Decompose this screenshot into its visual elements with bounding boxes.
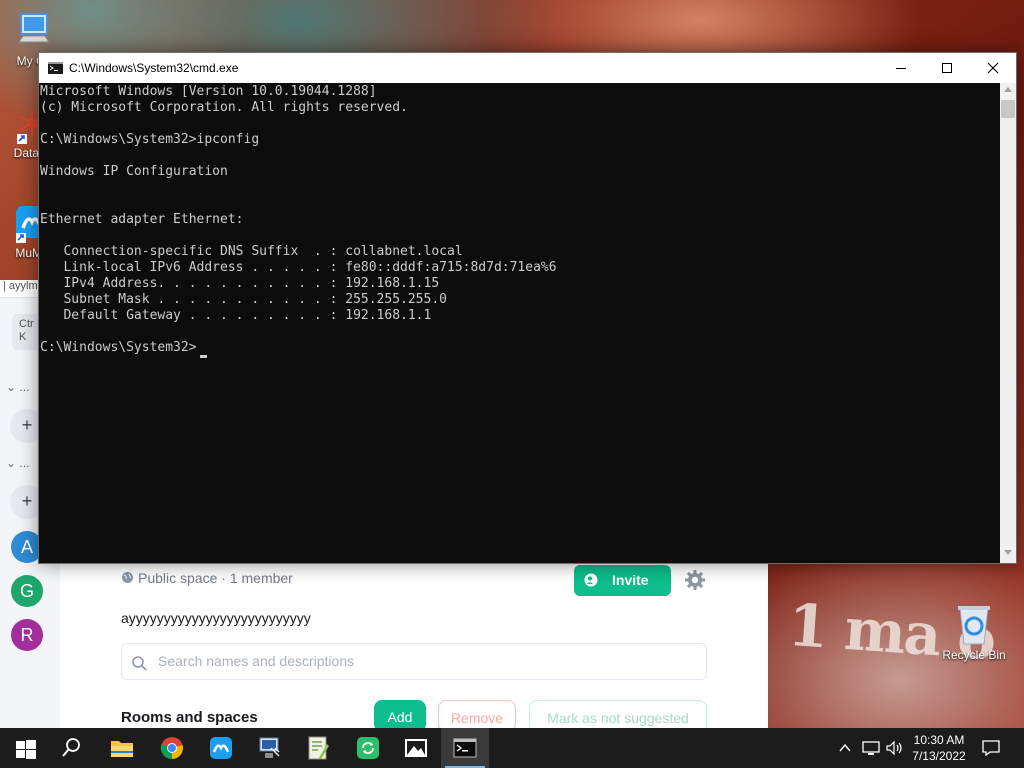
console-line: Subnet Mask . . . . . . . . . . . : 255.…: [40, 292, 447, 307]
taskbar-cmd[interactable]: [441, 728, 489, 768]
maximize-button[interactable]: [924, 53, 970, 83]
vertical-scrollbar[interactable]: [1000, 83, 1016, 563]
scrollbar-thumb[interactable]: [1001, 100, 1015, 118]
taskbar-sync-app[interactable]: [344, 728, 392, 768]
clock-date: 7/13/2022: [912, 749, 966, 763]
cmd-icon: [48, 62, 63, 74]
volume-icon[interactable]: [886, 740, 904, 756]
clock-time: 10:30 AM: [913, 733, 965, 747]
maximize-icon: [942, 63, 952, 73]
close-icon: [987, 62, 999, 74]
console-prompt: C:\Windows\System32>: [40, 340, 197, 355]
desktop-icon-label: Recycle Bin: [942, 648, 1006, 662]
gear-icon[interactable]: [684, 569, 706, 591]
console-line: Ethernet adapter Ethernet:: [40, 212, 244, 227]
chrome-icon: [160, 737, 183, 760]
console-output[interactable]: Microsoft Windows [Version 10.0.19044.12…: [39, 83, 1000, 563]
start-icon: [16, 740, 36, 759]
search-icon: [62, 738, 80, 757]
taskbar-notepad-plus[interactable]: [294, 728, 342, 768]
section-toggle[interactable]: ⌄ ...: [6, 456, 29, 470]
close-button[interactable]: [970, 53, 1016, 83]
taskbar: 10:30 AM 7/13/2022: [0, 728, 1024, 768]
search-icon: [132, 656, 147, 671]
photos-icon: [405, 739, 427, 757]
rooms-heading: Rooms and spaces: [121, 709, 258, 726]
console-line: Link-local IPv6 Address . . . . . : fe80…: [40, 260, 557, 275]
network-tool-icon: [259, 737, 280, 758]
file-explorer-icon: [111, 741, 133, 757]
taskbar-mumu[interactable]: [197, 728, 245, 768]
console-line: C:\Windows\System32>ipconfig: [40, 132, 260, 147]
avatar[interactable]: R: [11, 619, 43, 651]
minimize-icon: [896, 68, 906, 69]
console-line: Microsoft Windows [Version 10.0.19044.12…: [40, 84, 377, 99]
space-topic: ayyyyyyyyyyyyyyyyyyyyyyyyyy: [121, 610, 311, 626]
taskbar-chrome[interactable]: [148, 728, 196, 768]
mumu-icon: [210, 737, 232, 759]
invite-user-icon: [584, 573, 598, 587]
taskbar-photos[interactable]: [392, 728, 440, 768]
scroll-up-icon[interactable]: [1004, 86, 1012, 92]
chevron-down-icon: ⌄: [6, 456, 17, 470]
taskbar-network-tool[interactable]: [245, 728, 293, 768]
avatar[interactable]: G: [11, 575, 43, 607]
computer-icon: [18, 13, 50, 43]
show-hidden-icons-chevron-icon[interactable]: [838, 741, 852, 755]
recycle-bin-icon: [958, 606, 990, 645]
invite-button[interactable]: Invite: [574, 565, 671, 596]
taskbar-search-button[interactable]: [48, 728, 96, 768]
taskbar-file-explorer[interactable]: [98, 728, 146, 768]
cmd-icon: [453, 738, 477, 758]
console-line: Windows IP Configuration: [40, 164, 228, 179]
sync-icon: [357, 737, 379, 759]
search-input[interactable]: [158, 653, 678, 669]
taskbar-clock[interactable]: 10:30 AM 7/13/2022: [908, 732, 970, 764]
desktop-icon-recycle-bin[interactable]: Recycle Bin: [942, 602, 1006, 662]
section-toggle[interactable]: ⌄ ...: [6, 380, 29, 394]
cmd-window: C:\Windows\System32\cmd.exe Microsoft Wi…: [38, 52, 1017, 564]
console-line: (c) Microsoft Corporation. All rights re…: [40, 100, 408, 115]
text-cursor: [200, 355, 207, 358]
network-icon[interactable]: [862, 740, 880, 756]
chevron-down-icon: ⌄: [6, 380, 17, 394]
action-center-icon[interactable]: [982, 739, 1000, 757]
globe-icon: [122, 572, 133, 583]
scroll-down-icon[interactable]: [1004, 550, 1012, 556]
notepad-icon: [308, 736, 329, 760]
space-meta: Public space · 1 member: [121, 570, 293, 586]
console-line: Default Gateway . . . . . . . . . : 192.…: [40, 308, 432, 323]
console-line: IPv4 Address. . . . . . . . . . . : 192.…: [40, 276, 440, 291]
window-title: C:\Windows\System32\cmd.exe: [69, 61, 239, 75]
start-button[interactable]: [0, 728, 48, 768]
console-line: Connection-specific DNS Suffix . : colla…: [40, 244, 463, 259]
minimize-button[interactable]: [878, 53, 924, 83]
title-bar[interactable]: C:\Windows\System32\cmd.exe: [39, 53, 1016, 83]
space-hierarchy-filter[interactable]: [121, 643, 707, 680]
